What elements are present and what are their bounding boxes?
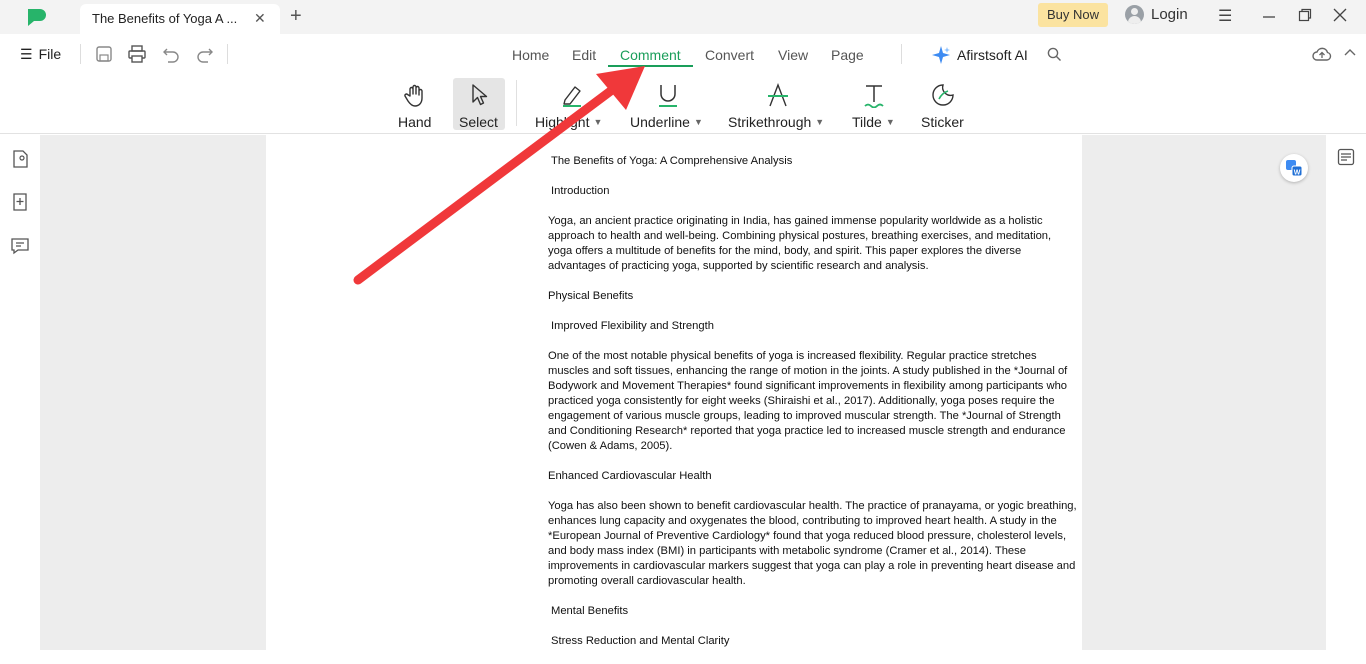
strikethrough-icon: [768, 83, 788, 107]
dropdown-caret-icon[interactable]: ▼: [815, 117, 824, 127]
tab-title: The Benefits of Yoga A ...: [92, 11, 238, 26]
tab-home[interactable]: Home: [512, 47, 549, 63]
hand-label: Hand: [398, 114, 432, 130]
intro-paragraph: Yoga, an ancient practice originating in…: [548, 215, 1052, 272]
file-label: File: [38, 46, 62, 62]
text-tilde-icon: [864, 85, 884, 108]
highlighter-icon: [563, 86, 581, 107]
tab-view[interactable]: View: [778, 47, 808, 63]
menu-icon[interactable]: ☰: [1218, 6, 1232, 26]
underline-tool-button[interactable]: Underline ▼: [630, 78, 704, 130]
active-tab-indicator: [608, 65, 693, 67]
login-button[interactable]: Login: [1151, 6, 1188, 23]
bookmark-icon[interactable]: [10, 192, 30, 212]
close-window-icon[interactable]: [1333, 8, 1347, 22]
hamburger-icon: ☰: [20, 46, 33, 62]
doc-title: The Benefits of Yoga: A Comprehensive An…: [551, 155, 793, 167]
svg-text:W: W: [1294, 170, 1301, 177]
new-tab-icon[interactable]: +: [290, 5, 302, 27]
hand-icon: [404, 84, 423, 107]
properties-panel-icon[interactable]: [1337, 148, 1355, 166]
close-tab-icon[interactable]: ✕: [254, 10, 266, 27]
tab-page[interactable]: Page: [831, 47, 864, 63]
highlight-tool-button[interactable]: Highlight ▼: [535, 78, 607, 130]
divider: [227, 44, 228, 64]
file-menu-button[interactable]: ☰ File: [20, 46, 61, 63]
ai-sparkle-icon[interactable]: [931, 45, 951, 65]
strikethrough-label: Strikethrough ▼: [728, 114, 825, 130]
dropdown-caret-icon[interactable]: ▼: [593, 117, 602, 127]
thumbnail-icon[interactable]: [10, 149, 30, 169]
restore-icon[interactable]: [1298, 8, 1312, 22]
stress-heading: Stress Reduction and Mental Clarity: [551, 635, 730, 647]
search-icon[interactable]: [1047, 47, 1062, 62]
tilde-label: Tilde ▼: [852, 114, 895, 130]
user-avatar-icon[interactable]: [1125, 5, 1144, 24]
intro-heading: Introduction: [551, 185, 610, 197]
mental-heading: Mental Benefits: [551, 605, 629, 617]
sticker-tool-button[interactable]: Sticker: [921, 78, 965, 130]
tab-edit[interactable]: Edit: [572, 47, 596, 63]
hand-tool-button[interactable]: Hand: [392, 78, 438, 130]
dropdown-caret-icon[interactable]: ▼: [886, 117, 895, 127]
flexibility-paragraph: One of the most notable physical benefit…: [548, 350, 1068, 452]
menu-bar: ☰ File Home Edit Comment Convert View Pag…: [0, 34, 1366, 74]
strikethrough-tool-button[interactable]: Strikethrough ▼: [728, 78, 828, 130]
document-tab[interactable]: The Benefits of Yoga A ... ✕: [80, 4, 280, 34]
ai-assistant-button[interactable]: Afirstsoft AI: [957, 47, 1028, 63]
redo-icon[interactable]: [195, 44, 215, 64]
divider: [901, 44, 902, 64]
right-sidebar: [1326, 135, 1366, 650]
divider: [516, 80, 517, 126]
save-icon[interactable]: [94, 44, 114, 64]
highlight-label: Highlight ▼: [535, 114, 603, 130]
physical-heading: Physical Benefits: [548, 290, 634, 302]
title-bar: The Benefits of Yoga A ... ✕ + Buy Now L…: [0, 0, 1366, 34]
document-text[interactable]: The Benefits of Yoga: A Comprehensive An…: [548, 154, 1078, 664]
tab-convert[interactable]: Convert: [705, 47, 754, 63]
cardio-paragraph: Yoga has also been shown to benefit card…: [548, 500, 1077, 587]
cardio-heading: Enhanced Cardiovascular Health: [548, 470, 712, 482]
left-sidebar: [0, 135, 40, 650]
divider: [80, 44, 81, 64]
select-tool-button[interactable]: Select: [453, 78, 505, 130]
minimize-icon[interactable]: [1262, 10, 1276, 24]
underline-icon: [659, 85, 677, 107]
app-logo-icon: [28, 9, 46, 26]
sticker-icon: [932, 84, 954, 106]
collapse-up-icon[interactable]: [1343, 46, 1357, 60]
flexibility-heading: Improved Flexibility and Strength: [551, 320, 714, 332]
underline-label: Underline ▼: [630, 114, 703, 130]
cursor-arrow-icon: [472, 84, 488, 106]
buy-now-button[interactable]: Buy Now: [1038, 3, 1108, 27]
tilde-tool-button[interactable]: Tilde ▼: [852, 78, 896, 130]
tab-comment[interactable]: Comment: [620, 47, 681, 63]
cloud-upload-icon[interactable]: [1312, 45, 1332, 63]
comment-toolbar: Hand Select Highlight ▼ Underline ▼ Strike…: [0, 74, 1366, 134]
print-icon[interactable]: [127, 44, 147, 64]
sticker-label: Sticker: [921, 114, 964, 130]
select-label: Select: [459, 114, 498, 130]
comment-list-icon[interactable]: [10, 236, 30, 256]
undo-icon[interactable]: [161, 44, 181, 64]
translate-button[interactable]: W: [1280, 154, 1308, 182]
dropdown-caret-icon[interactable]: ▼: [694, 117, 703, 127]
translate-icon: W: [1286, 160, 1303, 177]
